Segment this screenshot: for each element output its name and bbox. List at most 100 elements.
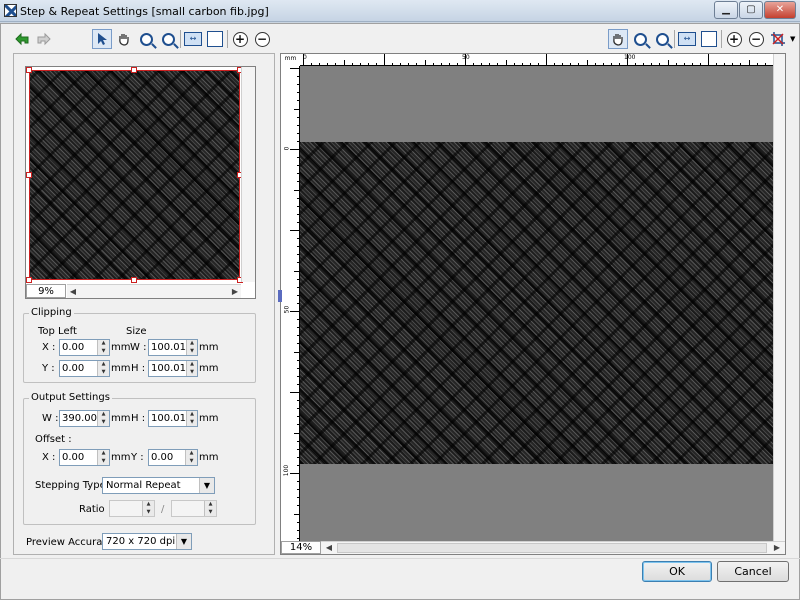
output-w-unit: mm bbox=[111, 413, 131, 424]
spin-down-icon[interactable]: ▼ bbox=[143, 508, 154, 516]
spin-down-icon[interactable]: ▼ bbox=[187, 368, 197, 376]
offset-x-value[interactable]: 0.00 bbox=[60, 450, 97, 465]
main-increase-button[interactable]: + bbox=[724, 29, 744, 49]
ruler-v-label-100: 100 bbox=[283, 464, 291, 477]
ratio-right-spinner[interactable]: ▲ ▼ bbox=[171, 500, 217, 517]
spin-down-icon[interactable]: ▼ bbox=[98, 368, 109, 376]
crop-tool-button[interactable] bbox=[768, 29, 788, 49]
main-decrease-button[interactable]: − bbox=[746, 29, 766, 49]
spin-up-icon[interactable]: ▲ bbox=[98, 450, 109, 458]
undo-button[interactable] bbox=[12, 29, 32, 49]
clipping-group-label: Clipping bbox=[29, 307, 74, 318]
offset-x-spinner[interactable]: 0.00 ▲ ▼ bbox=[59, 449, 110, 466]
clip-selection-rect[interactable] bbox=[29, 70, 240, 280]
scroll-right-icon[interactable]: ▶ bbox=[229, 285, 241, 299]
scroll-thumb[interactable] bbox=[337, 543, 767, 553]
spin-down-icon[interactable]: ▼ bbox=[98, 347, 109, 355]
fit-page-icon bbox=[701, 31, 717, 47]
left-toolbar: ↔ + − bbox=[12, 29, 272, 49]
main-fit-page-button[interactable] bbox=[699, 29, 719, 49]
spin-up-icon[interactable]: ▲ bbox=[186, 450, 197, 458]
spin-down-icon[interactable]: ▼ bbox=[187, 347, 197, 355]
clip-w-value[interactable]: 100.01 bbox=[149, 340, 186, 355]
maximize-button[interactable]: ▢ bbox=[739, 1, 763, 19]
offset-y-spinner[interactable]: 0.00 ▲ ▼ bbox=[148, 449, 198, 466]
spin-up-icon[interactable]: ▲ bbox=[187, 361, 197, 369]
stepping-type-select[interactable]: Normal Repeat ▼ bbox=[102, 477, 215, 494]
pointer-tool-button[interactable] bbox=[92, 29, 112, 49]
selection-handle[interactable] bbox=[26, 172, 32, 178]
decrease-button[interactable]: − bbox=[252, 29, 272, 49]
thumbnail-vertical-scrollbar[interactable] bbox=[241, 67, 255, 282]
output-w-value[interactable]: 390.00 bbox=[60, 411, 97, 426]
output-canvas[interactable] bbox=[300, 66, 773, 541]
clip-x-value[interactable]: 0.00 bbox=[60, 340, 97, 355]
chevron-down-icon[interactable]: ▼ bbox=[199, 478, 214, 493]
clip-x-spinner[interactable]: 0.00 ▲ ▼ bbox=[59, 339, 110, 356]
spin-down-icon[interactable]: ▼ bbox=[187, 418, 197, 426]
scroll-right-icon[interactable]: ▶ bbox=[771, 541, 783, 555]
spin-up-icon[interactable]: ▲ bbox=[187, 340, 197, 348]
spin-down-icon[interactable]: ▼ bbox=[98, 418, 109, 426]
clip-y-value[interactable]: 0.00 bbox=[60, 361, 97, 376]
clip-y-spinner[interactable]: 0.00 ▲ ▼ bbox=[59, 360, 110, 377]
selection-handle[interactable] bbox=[131, 67, 137, 73]
ratio-left-spinner[interactable]: ▲ ▼ bbox=[109, 500, 155, 517]
thumbnail-preview[interactable]: ◀ ▶ 9% bbox=[25, 66, 256, 299]
spin-up-icon[interactable]: ▲ bbox=[98, 340, 109, 348]
preview-accuracy-select[interactable]: 720 x 720 dpi ▼ bbox=[102, 533, 192, 550]
spin-up-icon[interactable]: ▲ bbox=[205, 501, 216, 509]
spin-down-icon[interactable]: ▼ bbox=[186, 457, 197, 465]
horizontal-ruler-ticks bbox=[300, 54, 774, 66]
chevron-down-icon[interactable]: ▼ bbox=[790, 29, 795, 49]
ruler-v-label-50: 50 bbox=[283, 305, 291, 314]
main-hand-tool-button[interactable] bbox=[608, 29, 628, 49]
ruler-tick bbox=[290, 311, 300, 312]
redo-button[interactable] bbox=[34, 29, 54, 49]
fit-page-button[interactable] bbox=[205, 29, 225, 49]
zoom-in-button[interactable] bbox=[136, 29, 156, 49]
pointer-icon bbox=[98, 33, 107, 45]
selection-handle[interactable] bbox=[131, 277, 137, 283]
output-h-value[interactable]: 100.01 bbox=[149, 411, 186, 426]
scroll-left-icon[interactable]: ◀ bbox=[67, 285, 79, 299]
spin-up-icon[interactable]: ▲ bbox=[143, 501, 154, 509]
main-zoom-out-button[interactable] bbox=[652, 29, 672, 49]
ok-button[interactable]: OK bbox=[642, 561, 712, 582]
selection-handle[interactable] bbox=[26, 67, 32, 73]
close-button[interactable]: ✕ bbox=[764, 1, 796, 19]
window-title: Step & Repeat Settings [small carbon fib… bbox=[20, 5, 269, 18]
scroll-left-icon[interactable]: ◀ bbox=[323, 541, 335, 555]
spin-down-icon[interactable]: ▼ bbox=[98, 457, 109, 465]
fit-width-button[interactable]: ↔ bbox=[183, 29, 203, 49]
spin-up-icon[interactable]: ▲ bbox=[98, 411, 109, 419]
minimize-button[interactable]: ▁ bbox=[714, 1, 738, 19]
offset-label: Offset : bbox=[35, 434, 72, 445]
output-w-spinner[interactable]: 390.00 ▲ ▼ bbox=[59, 410, 110, 427]
clip-h-value[interactable]: 100.01 bbox=[149, 361, 186, 376]
spin-down-icon[interactable]: ▼ bbox=[205, 508, 216, 516]
increase-button[interactable]: + bbox=[230, 29, 250, 49]
hand-tool-button[interactable] bbox=[114, 29, 134, 49]
spin-up-icon[interactable]: ▲ bbox=[187, 411, 197, 419]
main-zoom-in-button[interactable] bbox=[630, 29, 650, 49]
selection-handle[interactable] bbox=[26, 277, 32, 283]
main-fit-width-button[interactable]: ↔ bbox=[677, 29, 697, 49]
clip-w-spinner[interactable]: 100.01 ▲ ▼ bbox=[148, 339, 198, 356]
ruler-h-label-50: 50 bbox=[462, 54, 470, 61]
zoom-out-button[interactable] bbox=[158, 29, 178, 49]
output-h-spinner[interactable]: 100.01 ▲ ▼ bbox=[148, 410, 198, 427]
fit-width-icon: ↔ bbox=[678, 32, 696, 46]
offset-y-value[interactable]: 0.00 bbox=[149, 450, 185, 465]
ruler-tick bbox=[384, 54, 385, 66]
main-horizontal-scrollbar[interactable]: ◀ ▶ bbox=[321, 541, 785, 554]
clip-h-spinner[interactable]: 100.01 ▲ ▼ bbox=[148, 360, 198, 377]
chevron-down-icon[interactable]: ▼ bbox=[176, 534, 191, 549]
thumbnail-horizontal-scrollbar[interactable]: ◀ ▶ bbox=[67, 284, 241, 298]
toolbar-separator bbox=[674, 30, 675, 48]
cancel-button[interactable]: Cancel bbox=[717, 561, 789, 582]
title-bar[interactable]: Step & Repeat Settings [small carbon fib… bbox=[0, 0, 800, 22]
minus-icon: − bbox=[748, 31, 764, 47]
main-vertical-scrollbar[interactable] bbox=[773, 54, 785, 541]
spin-up-icon[interactable]: ▲ bbox=[98, 361, 109, 369]
